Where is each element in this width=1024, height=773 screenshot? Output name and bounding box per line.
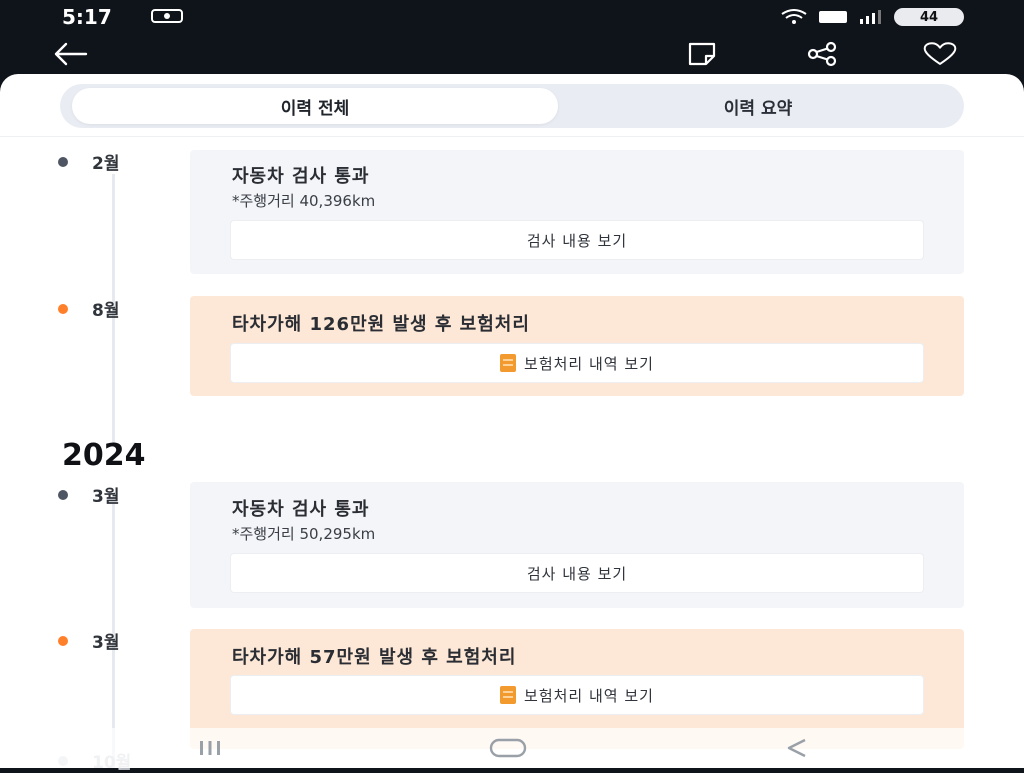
battery-icon: 44 [894,8,964,26]
year-heading: 2024 [62,438,146,473]
view-insurance-button[interactable]: 보험처리 내역 보기 [230,675,924,715]
button-label: 검사 내용 보기 [526,564,628,583]
recents-icon [200,741,220,755]
system-nav-bar [0,728,1024,768]
view-insurance-button[interactable]: 보험처리 내역 보기 [230,343,924,383]
share-icon [807,41,837,67]
view-inspection-button[interactable]: 검사 내용 보기 [230,220,924,260]
screenshot-icon [151,9,183,23]
month-label: 8월 [92,301,120,321]
card-title: 자동차 검사 통과 [232,166,370,187]
memo-button[interactable] [684,38,720,70]
signal-icon [860,10,881,24]
timeline-month: 3월 [58,482,119,507]
month-label: 2월 [92,154,120,174]
status-indicators: 44 [780,6,964,28]
document-icon [500,354,517,372]
favorite-button[interactable] [922,38,958,70]
chevron-left-icon [787,738,806,758]
document-icon [500,686,517,704]
month-label: 3월 [92,633,120,653]
status-bar: 5:17 44 [0,0,1024,34]
back-arrow-icon [54,42,88,66]
volte-icon [819,11,847,23]
heart-icon [923,42,957,65]
card-title: 자동차 검사 통과 [232,499,370,520]
insurance-card: 타차가해 126만원 발생 후 보험처리 보험처리 내역 보기 [190,296,964,396]
button-label: 보험처리 내역 보기 [524,686,654,705]
app-header [0,34,1024,76]
tab-full-history[interactable]: 이력 전체 [72,88,558,124]
status-time: 5:17 [62,5,112,29]
home-icon [489,738,527,758]
battery-level: 44 [919,9,939,25]
back-button[interactable] [52,38,88,70]
memo-icon [688,42,716,66]
button-label: 검사 내용 보기 [526,231,628,250]
home-button[interactable] [488,734,528,762]
wifi-icon [781,9,807,24]
system-back-button[interactable] [776,734,816,762]
timeline-month: 2월 [58,149,119,174]
share-button[interactable] [804,38,840,70]
card-title: 타차가해 126만원 발생 후 보험처리 [232,314,530,335]
tab-history-summary[interactable]: 이력 요약 [558,88,958,124]
timeline-month: 3월 [58,628,119,653]
button-label: 보험처리 내역 보기 [524,354,654,373]
timeline-dot [58,156,68,167]
history-sheet: 이력 전체 이력 요약 2월 자동차 검사 통과 *주행거리 40,396km … [0,74,1024,768]
timeline-dot [58,303,68,314]
timeline-dot [58,635,68,646]
card-title: 타차가해 57만원 발생 후 보험처리 [232,647,517,668]
recents-button[interactable] [190,734,230,762]
inspection-card: 자동차 검사 통과 *주행거리 50,295km 검사 내용 보기 [190,482,964,608]
month-label: 3월 [92,487,120,507]
view-inspection-button[interactable]: 검사 내용 보기 [230,553,924,593]
mileage-text: *주행거리 40,396km [232,192,376,210]
mileage-text: *주행거리 50,295km [232,525,376,543]
timeline-dot [58,489,68,500]
inspection-card: 자동차 검사 통과 *주행거리 40,396km 검사 내용 보기 [190,150,964,274]
tab-divider [0,136,1024,137]
history-tab-switcher: 이력 전체 이력 요약 [60,84,964,128]
timeline-month: 8월 [58,296,119,321]
